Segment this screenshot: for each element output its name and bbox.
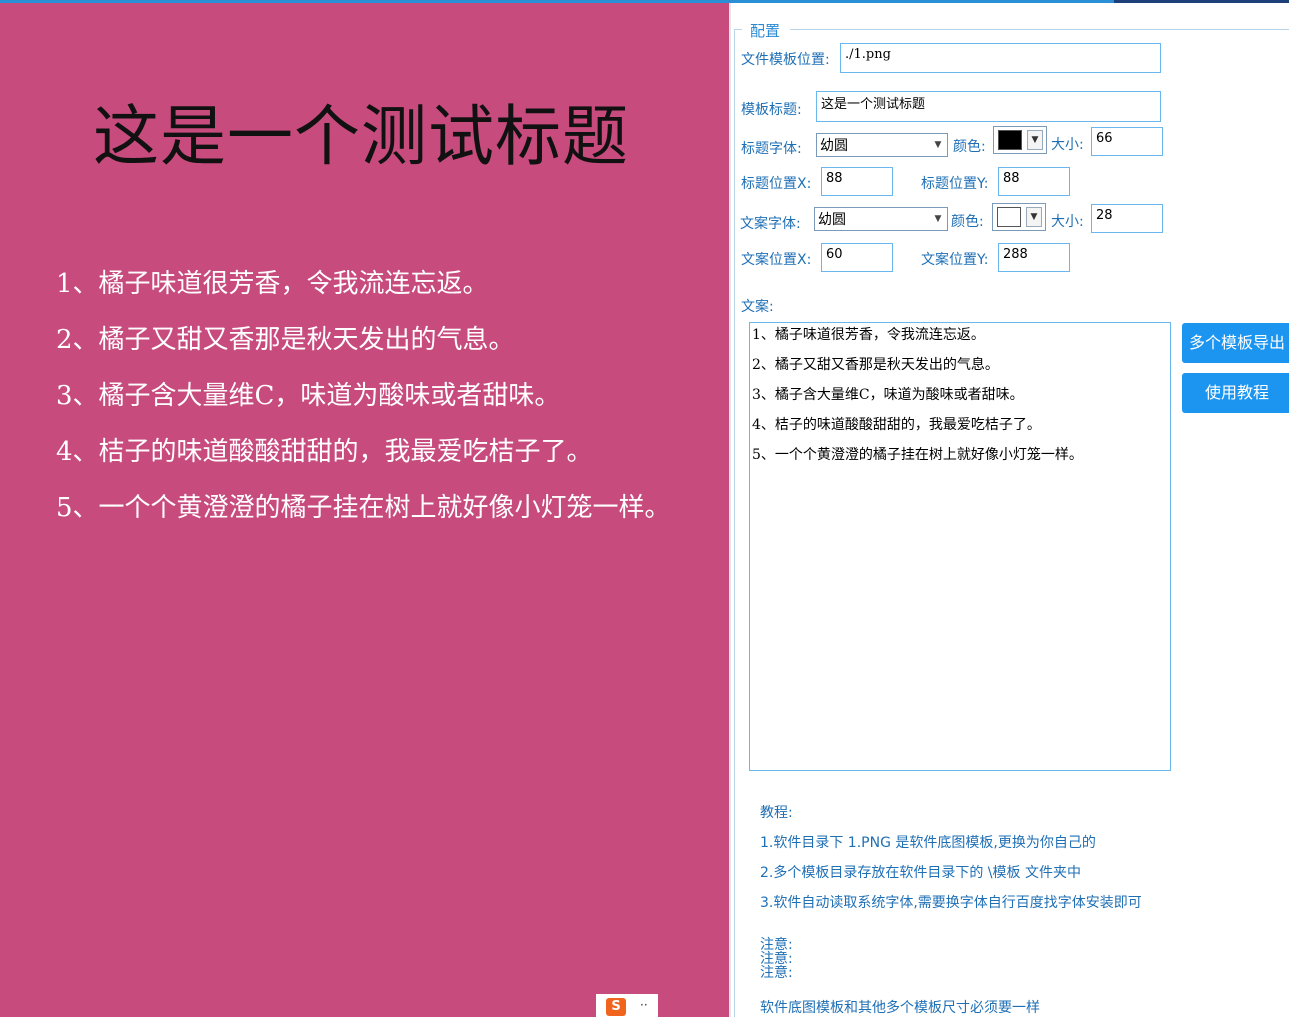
title-size-input[interactable]: 66 bbox=[1091, 127, 1163, 156]
note-label-3: 注意: bbox=[760, 965, 793, 981]
copy-line-1: 1、橘子味道很芳香，令我流连忘返。 bbox=[752, 327, 985, 343]
copy-textarea[interactable]: 1、橘子味道很芳香，令我流连忘返。 2、橘子又甜又香那是秋天发出的气息。 3、橘… bbox=[749, 322, 1171, 771]
text-y-input[interactable]: 288 bbox=[998, 243, 1070, 272]
title-y-label: 标题位置Y: bbox=[921, 176, 989, 192]
chevron-down-icon[interactable]: ▼ bbox=[931, 137, 945, 153]
template-preview: 这是一个测试标题 1、橘子味道很芳香，令我流连忘返。 2、橘子又甜又香那是秋天发… bbox=[0, 3, 729, 1017]
text-color-label: 颜色: bbox=[951, 214, 984, 230]
title-font-select[interactable]: 幼圆 ▼ bbox=[816, 133, 948, 157]
template-path-label: 文件模板位置: bbox=[741, 52, 830, 68]
note-text: 软件底图模板和其他多个模板尺寸必须要一样 bbox=[760, 1000, 1040, 1016]
title-color-swatch bbox=[998, 130, 1022, 150]
copy-line-2: 2、橘子又甜又香那是秋天发出的气息。 bbox=[752, 357, 999, 373]
preview-line-4: 4、桔子的味道酸酸甜甜的，我最爱吃桔子了。 bbox=[56, 437, 593, 467]
text-size-input[interactable]: 28 bbox=[1091, 204, 1163, 233]
preview-title: 这是一个测试标题 bbox=[93, 98, 629, 175]
copy-line-4: 4、桔子的味道酸酸甜甜的，我最爱吃桔子了。 bbox=[752, 417, 1041, 433]
tutorial-step-2: 2.多个模板目录存放在软件目录下的 \模板 文件夹中 bbox=[760, 865, 1081, 881]
export-multi-button[interactable]: 多个模板导出 bbox=[1182, 323, 1289, 363]
title-y-input[interactable]: 88 bbox=[998, 167, 1070, 196]
title-font-value: 幼圆 bbox=[820, 138, 848, 154]
title-font-label: 标题字体: bbox=[741, 141, 802, 157]
text-font-value: 幼圆 bbox=[818, 212, 846, 228]
preview-line-5: 5、一个个黄澄澄的橘子挂在树上就好像小灯笼一样。 bbox=[56, 493, 671, 523]
template-title-label: 模板标题: bbox=[741, 102, 802, 118]
config-legend: 配置 bbox=[748, 20, 783, 41]
copy-line-3: 3、橘子含大量维C，味道为酸味或者甜味。 bbox=[752, 387, 1024, 403]
groupbox-border-left bbox=[734, 29, 735, 1017]
groupbox-border-top bbox=[790, 29, 1289, 30]
text-font-label: 文案字体: bbox=[740, 216, 801, 232]
groupbox-border-stub bbox=[734, 29, 742, 30]
title-size-label: 大小: bbox=[1051, 137, 1084, 153]
text-y-label: 文案位置Y: bbox=[921, 252, 989, 268]
tutorial-heading: 教程: bbox=[760, 805, 793, 821]
text-font-select[interactable]: 幼圆 ▼ bbox=[814, 207, 948, 231]
tutorial-step-3: 3.软件自动读取系统字体,需要换字体自行百度找字体安装即可 bbox=[760, 895, 1142, 911]
text-size-label: 大小: bbox=[1051, 214, 1084, 230]
chevron-down-icon[interactable]: ▼ bbox=[931, 211, 945, 227]
preview-line-2: 2、橘子又甜又香那是秋天发出的气息。 bbox=[56, 325, 515, 355]
chevron-down-icon[interactable]: ▼ bbox=[1026, 207, 1042, 227]
text-color-swatch bbox=[997, 207, 1021, 227]
copy-line-5: 5、一个个黄澄澄的橘子挂在树上就好像小灯笼一样。 bbox=[752, 447, 1083, 463]
template-path-input[interactable]: ./1.png bbox=[840, 43, 1161, 73]
sogou-ime-icon[interactable]: S bbox=[606, 998, 626, 1016]
copy-label: 文案: bbox=[741, 299, 774, 315]
title-color-picker[interactable]: ▼ bbox=[993, 126, 1047, 154]
title-color-label: 颜色: bbox=[953, 139, 986, 155]
chevron-down-icon[interactable]: ▼ bbox=[1027, 130, 1043, 150]
note-label-2: 注意: bbox=[760, 951, 793, 967]
preview-line-1: 1、橘子味道很芳香，令我流连忘返。 bbox=[56, 269, 489, 299]
title-x-label: 标题位置X: bbox=[741, 176, 812, 192]
note-label-1: 注意: bbox=[760, 937, 793, 953]
text-color-picker[interactable]: ▼ bbox=[992, 203, 1046, 231]
preview-line-3: 3、橘子含大量维C，味道为酸味或者甜味。 bbox=[56, 381, 561, 411]
ime-menu-icon[interactable]: ·· bbox=[640, 998, 648, 1012]
tutorial-step-1: 1.软件目录下 1.PNG 是软件底图模板,更换为你自己的 bbox=[760, 835, 1096, 851]
tutorial-button[interactable]: 使用教程 bbox=[1182, 373, 1289, 413]
text-x-input[interactable]: 60 bbox=[821, 243, 893, 272]
ime-toolbar[interactable]: S ·· bbox=[596, 994, 658, 1017]
title-x-input[interactable]: 88 bbox=[821, 167, 893, 196]
text-x-label: 文案位置X: bbox=[741, 252, 812, 268]
template-title-input[interactable]: 这是一个测试标题 bbox=[816, 91, 1161, 122]
